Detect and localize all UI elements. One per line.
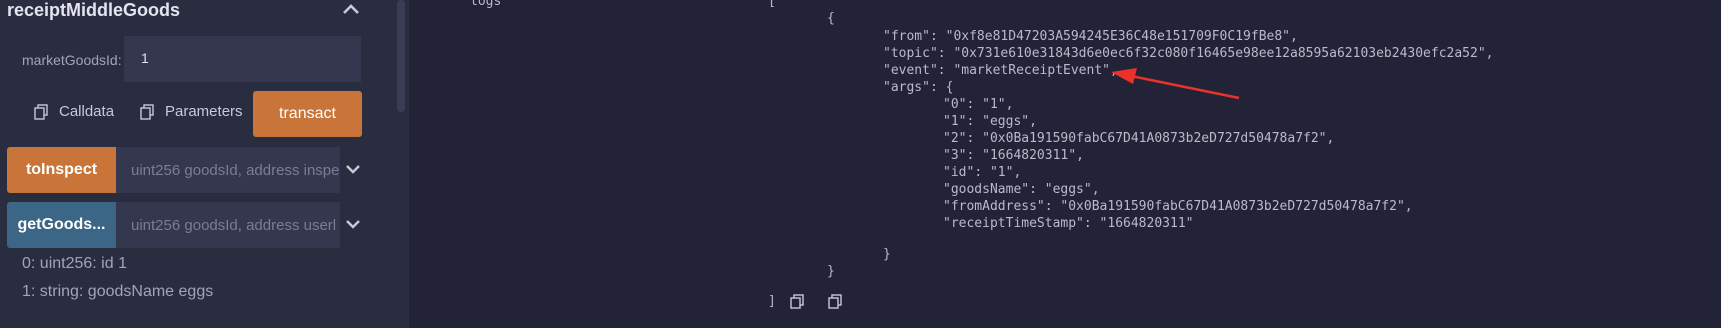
open-brace: { (827, 11, 835, 26)
log-arg-line: "0": "1", (943, 97, 1014, 112)
panel-scrollbar[interactable] (375, 0, 409, 328)
copy-icon (34, 103, 48, 120)
toInspect-button[interactable]: toInspect (7, 147, 116, 193)
log-value: "eggs" (982, 114, 1030, 129)
log-arg-line: "2": "0x0Ba191590fabC67D41A0873b2eD727d5… (943, 131, 1335, 146)
log-value: "eggs" (1044, 182, 1092, 197)
function-row-getGoods: getGoods... uint256 goodsId, address use… (7, 202, 340, 248)
function-title: receiptMiddleGoods (7, 0, 181, 20)
calldata-label: Calldata (59, 103, 115, 120)
result-line: 0: uint256: id 1 (22, 255, 127, 272)
param-label-marketGoodsId: marketGoodsId: (22, 52, 122, 68)
log-value: "1664820311" (1099, 216, 1194, 231)
logs-label: logs (470, 0, 502, 9)
parameters-button[interactable]: Parameters (139, 103, 243, 120)
marketGoodsId-input[interactable]: 1 (124, 36, 361, 82)
log-arg-line: "fromAddress": "0x0Ba191590fabC67D41A087… (943, 199, 1413, 214)
parameters-label: Parameters (165, 103, 243, 120)
log-key: "event" (883, 63, 938, 78)
log-value: "1664820311" (982, 148, 1077, 163)
chevron-up-icon[interactable] (342, 2, 360, 16)
result-line: 1: string: goodsName eggs (22, 283, 214, 300)
log-args-line: "args": { (883, 80, 954, 95)
close-brace: } (827, 264, 835, 279)
contract-function-panel: receiptMiddleGoods marketGoodsId: 1 Call… (0, 0, 375, 328)
log-arg-line: "3": "1664820311", (943, 148, 1084, 163)
log-topic-line: "topic": "0x731e610e31843d6e0ec6f32c080f… (883, 46, 1494, 61)
log-arg-line: "goodsName": "eggs", (943, 182, 1100, 197)
log-arg-line: "1": "eggs", (943, 114, 1037, 129)
log-value: "0x0Ba191590fabC67D41A0873b2eD727d50478a… (1060, 199, 1405, 214)
chevron-down-icon[interactable] (345, 163, 361, 175)
log-key: "goodsName" (943, 182, 1030, 197)
log-value: "0x731e610e31843d6e0ec6f32c080f16465e98e… (953, 46, 1486, 61)
args-close-brace: } (883, 247, 891, 262)
log-value: "0x0Ba191590fabC67D41A0873b2eD727d50478a… (982, 131, 1327, 146)
calldata-button[interactable]: Calldata (33, 103, 114, 120)
log-key: "id" (943, 165, 975, 180)
log-key: "2" (943, 131, 967, 146)
log-key: "topic" (883, 46, 938, 61)
log-event-line: "event": "marketReceiptEvent", (883, 63, 1118, 78)
copy-icon[interactable] (828, 294, 842, 309)
log-arg-line: "receiptTimeStamp": "1664820311" (943, 216, 1194, 231)
close-bracket: ] (768, 294, 776, 309)
annotation-arrow-icon (1111, 68, 1240, 100)
copy-icon[interactable] (790, 294, 804, 309)
copy-icon (140, 103, 154, 120)
open-bracket: [ (768, 0, 776, 9)
toInspect-args-input[interactable]: uint256 goodsId, address inspe (116, 147, 340, 193)
log-key: "1" (943, 114, 967, 129)
log-key: "from" (883, 29, 930, 44)
function-row-toInspect: toInspect uint256 goodsId, address inspe (7, 147, 340, 193)
log-key: "3" (943, 148, 967, 163)
log-arg-line: "id": "1", (943, 165, 1022, 180)
log-value: "1" (989, 165, 1014, 180)
scrollbar-thumb[interactable] (397, 0, 405, 112)
log-key: "fromAddress" (943, 199, 1045, 214)
transact-button[interactable]: transact (253, 91, 362, 137)
transaction-log-panel: logs [ { "from": "0xf8e81D47203A594245E3… (409, 0, 1721, 328)
log-value: "0xf8e81D47203A594245E36C48e151709F0C19f… (945, 29, 1290, 44)
getGoods-args-input[interactable]: uint256 goodsId, address userl (116, 202, 340, 248)
log-value: "marketReceiptEvent" (953, 63, 1110, 78)
log-key: "0" (943, 97, 967, 112)
getGoods-button[interactable]: getGoods... (7, 202, 116, 248)
log-key: "receiptTimeStamp" (943, 216, 1084, 231)
log-key: "args" (883, 80, 930, 95)
chevron-down-icon[interactable] (345, 218, 361, 230)
log-value: "1" (982, 97, 1006, 112)
log-from-line: "from": "0xf8e81D47203A594245E36C48e1517… (883, 29, 1298, 44)
